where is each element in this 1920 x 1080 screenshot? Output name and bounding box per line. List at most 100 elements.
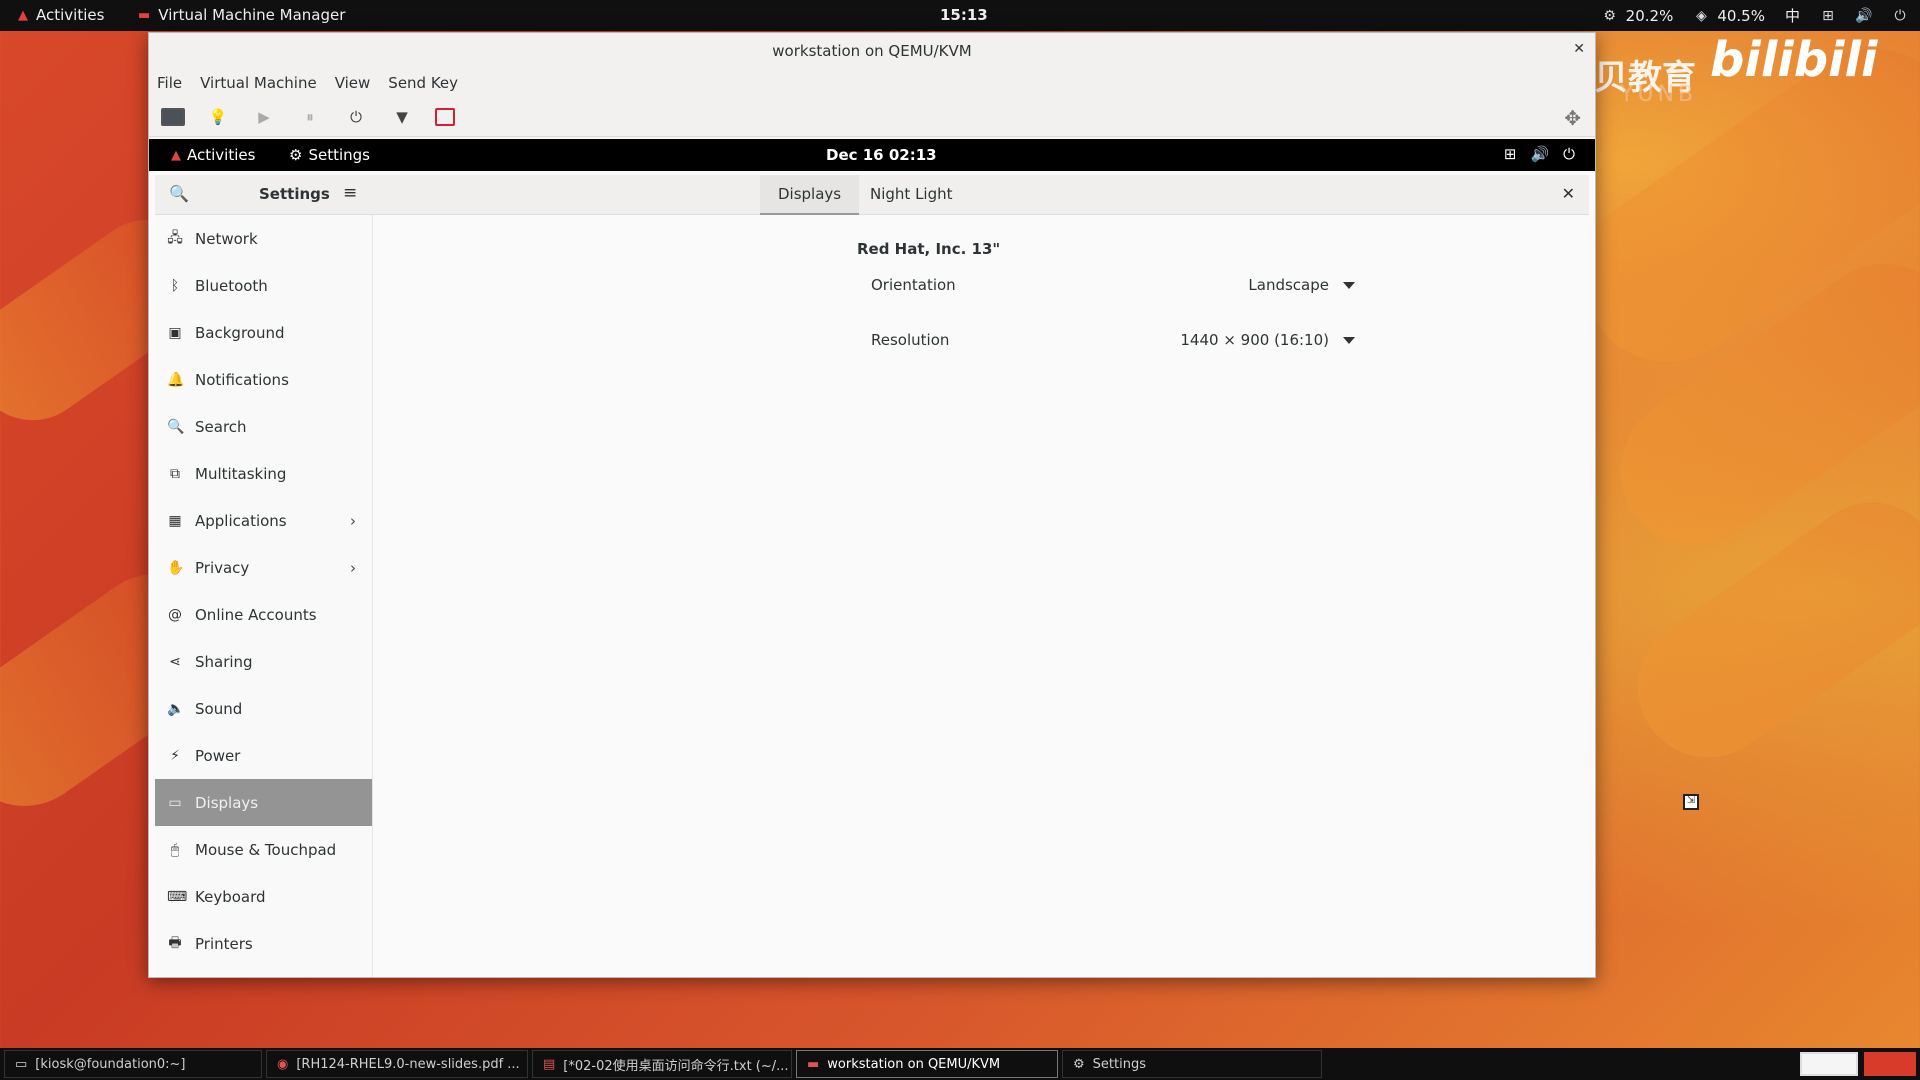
- settings-headerbar: 🔍 Settings ≡ Displays Night Light ✕: [155, 175, 1589, 215]
- chevron-right-icon: ›: [350, 558, 356, 577]
- host-activities-label: Activities: [36, 6, 105, 24]
- redhat-icon: ▲: [171, 147, 181, 163]
- display-icon: ▭: [168, 794, 182, 811]
- pdf-icon: ◉: [277, 1056, 289, 1072]
- fullscreen-icon[interactable]: ✥: [1564, 106, 1581, 130]
- text-editor-icon: ▤: [543, 1056, 556, 1072]
- taskbar-item-pdf[interactable]: ◉ [RH124-RHEL9.0-new-slides.pdf ...: [266, 1050, 528, 1078]
- resolution-row[interactable]: Resolution 1440 × 900 (16:10): [871, 320, 1355, 360]
- show-console-icon[interactable]: [161, 107, 185, 126]
- sidebar-item-search[interactable]: 🔍 Search: [155, 403, 372, 450]
- menu-file[interactable]: File: [157, 74, 182, 92]
- pause-icon[interactable]: ⏸: [297, 104, 323, 130]
- watermark-brand: bilibili: [1710, 32, 1878, 88]
- tab-night-light[interactable]: Night Light: [852, 175, 971, 215]
- sidebar-item-background[interactable]: ▣ Background: [155, 309, 372, 356]
- sidebar-item-label: Keyboard: [195, 887, 266, 906]
- orientation-dropdown[interactable]: Landscape: [1248, 276, 1355, 294]
- taskbar-item-label: Settings: [1092, 1056, 1146, 1072]
- sidebar-item-label: Search: [195, 417, 247, 436]
- taskbar-item-text-editor[interactable]: ▤ [*02-02使用桌面访问命令行.txt (~/...: [532, 1050, 792, 1078]
- menu-view[interactable]: View: [335, 74, 371, 92]
- watermark-sub: YUNB: [1620, 82, 1698, 107]
- vm-manager-icon: ▬: [138, 7, 151, 23]
- sidebar-item-multitasking[interactable]: ⧉ Multitasking: [155, 450, 372, 497]
- taskbar-item-settings[interactable]: ⚙ Settings: [1062, 1050, 1322, 1078]
- memory-icon: ◈: [1695, 7, 1707, 24]
- bell-icon: 🔔: [167, 371, 185, 388]
- sidebar-item-power[interactable]: ⚡ Power: [155, 732, 372, 779]
- host-taskbar: ▭ [kiosk@foundation0:~] ◉ [RH124-RHEL9.0…: [0, 1048, 1920, 1080]
- details-bulb-icon[interactable]: 💡: [205, 104, 231, 130]
- resolution-dropdown[interactable]: 1440 × 900 (16:10): [1180, 331, 1355, 349]
- guest-status-area[interactable]: ⊞ 🔊 ⏻: [1504, 145, 1575, 163]
- sidebar-item-mouse-touchpad[interactable]: 🖱 Mouse & Touchpad: [155, 826, 372, 873]
- sidebar-item-label: Printers: [195, 934, 253, 953]
- workspace-switcher[interactable]: [1800, 1052, 1858, 1076]
- taskbar-item-label: workstation on QEMU/KVM: [827, 1056, 1001, 1072]
- vm-icon: ▬: [807, 1056, 820, 1072]
- guest-app-label: Settings: [308, 146, 370, 164]
- host-topbar: ▲ Activities ▬ Virtual Machine Manager 1…: [0, 0, 1920, 31]
- resolution-value: 1440 × 900 (16:10): [1180, 331, 1329, 349]
- tab-displays[interactable]: Displays: [760, 175, 860, 215]
- sidebar-item-sharing[interactable]: ⋖ Sharing: [155, 638, 372, 685]
- close-icon[interactable]: ✕: [1562, 184, 1575, 203]
- chevron-down-icon[interactable]: ▼: [389, 104, 415, 130]
- vm-viewer-window: workstation on QEMU/KVM ✕ File Virtual M…: [148, 32, 1596, 978]
- host-app-menu[interactable]: ▬ Virtual Machine Manager: [138, 6, 345, 24]
- sidebar-item-privacy[interactable]: ✋ Privacy ›: [155, 544, 372, 591]
- sidebar-item-keyboard[interactable]: ⌨ Keyboard: [155, 873, 372, 920]
- guest-clock[interactable]: Dec 16 02:13: [826, 146, 937, 164]
- close-icon[interactable]: ✕: [1573, 41, 1585, 57]
- sidebar-item-label: Power: [195, 746, 241, 765]
- mem-indicator[interactable]: ◈ 40.5%: [1693, 7, 1765, 25]
- taskbar-item-terminal[interactable]: ▭ [kiosk@foundation0:~]: [4, 1050, 262, 1078]
- sidebar-item-online-accounts[interactable]: @ Online Accounts: [155, 591, 372, 638]
- sidebar-item-printers[interactable]: 🖶 Printers: [155, 920, 372, 967]
- menu-send-key[interactable]: Send Key: [388, 74, 458, 92]
- ime-indicator[interactable]: 中: [1785, 5, 1800, 26]
- run-icon[interactable]: ▶: [251, 104, 277, 130]
- sidebar-item-applications[interactable]: ▦ Applications ›: [155, 497, 372, 544]
- power-icon: ⏻: [1563, 145, 1575, 163]
- resize-cursor-icon: ⇲: [1683, 794, 1699, 810]
- host-clock[interactable]: 15:13: [940, 6, 988, 24]
- vm-titlebar[interactable]: workstation on QEMU/KVM ✕: [149, 33, 1595, 69]
- sidebar-item-network[interactable]: 🖧 Network: [155, 215, 372, 262]
- displays-panel: Red Hat, Inc. 13" Orientation Landscape …: [373, 215, 1589, 977]
- power-icon[interactable]: ⏻: [1892, 8, 1908, 24]
- volume-icon[interactable]: 🔊: [1855, 8, 1872, 24]
- sidebar-item-notifications[interactable]: 🔔 Notifications: [155, 356, 372, 403]
- snapshot-icon[interactable]: [435, 107, 455, 126]
- workspace-indicator[interactable]: [1864, 1052, 1916, 1076]
- sidebar-item-label: Bluetooth: [195, 276, 268, 295]
- settings-window: 🔍 Settings ≡ Displays Night Light ✕ 🖧 Net…: [155, 175, 1589, 977]
- hamburger-menu-icon[interactable]: ≡: [343, 183, 357, 203]
- share-icon: ⋖: [169, 653, 181, 670]
- shutdown-icon[interactable]: ⏻: [343, 104, 369, 130]
- cpu-indicator[interactable]: ⚙ 20.2%: [1602, 7, 1673, 25]
- sidebar-item-sound[interactable]: 🔈 Sound: [155, 685, 372, 732]
- menu-virtual-machine[interactable]: Virtual Machine: [200, 74, 317, 92]
- orientation-value: Landscape: [1248, 276, 1329, 294]
- sidebar-item-bluetooth[interactable]: ᛒ Bluetooth: [155, 262, 372, 309]
- network-icon[interactable]: ⊞: [1820, 8, 1836, 24]
- guest-display[interactable]: ▲ Activities ⚙ Settings Dec 16 02:13 ⊞ 🔊…: [149, 139, 1595, 977]
- orientation-row[interactable]: Orientation Landscape: [871, 265, 1355, 305]
- resolution-label: Resolution: [871, 331, 950, 349]
- mem-value: 40.5%: [1717, 6, 1765, 25]
- taskbar-item-vm[interactable]: ▬ workstation on QEMU/KVM: [796, 1050, 1058, 1078]
- search-icon[interactable]: 🔍: [169, 184, 189, 203]
- host-status-area[interactable]: ⚙ 20.2% ◈ 40.5% 中 ⊞ 🔊 ⏻: [1602, 5, 1908, 26]
- sidebar-item-label: Applications: [195, 511, 287, 530]
- host-activities-button[interactable]: ▲ Activities: [18, 6, 104, 24]
- sidebar-item-label: Displays: [195, 793, 259, 812]
- taskbar-item-label: [RH124-RHEL9.0-new-slides.pdf ...: [296, 1056, 520, 1072]
- mouse-icon: 🖱: [170, 841, 180, 858]
- vm-toolbar: 💡 ▶ ⏸ ⏻ ▼ ✥: [149, 97, 1595, 137]
- sidebar-item-label: Background: [195, 323, 285, 342]
- guest-app-menu[interactable]: ⚙ Settings: [289, 146, 370, 164]
- sidebar-item-displays[interactable]: ▭ Displays: [155, 779, 372, 826]
- guest-activities-button[interactable]: ▲ Activities: [171, 146, 255, 164]
